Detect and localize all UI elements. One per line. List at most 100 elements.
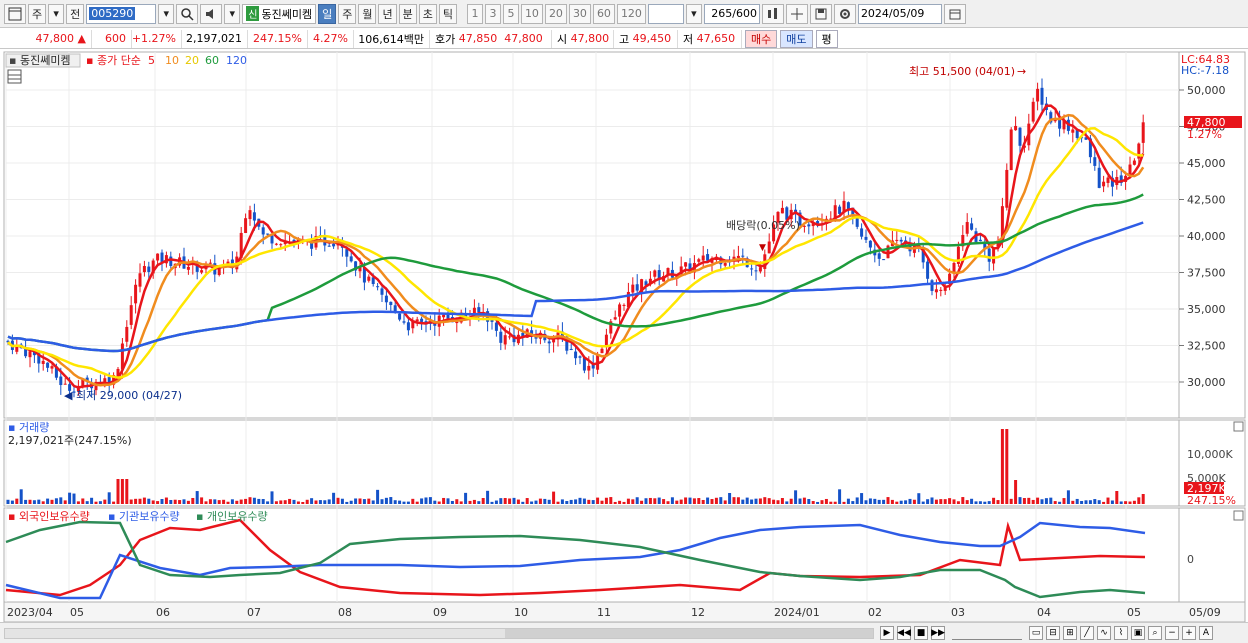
- volume-bar: [494, 500, 498, 504]
- minute-dropdown-icon[interactable]: ▾: [685, 3, 702, 24]
- chart-svg[interactable]: ▪ 동진쎄미켐 ▪ 종가 단순 5 10 20 60 120 LC:64.83 …: [0, 50, 1248, 622]
- minute-option-5[interactable]: 5: [502, 3, 519, 24]
- zoom-slider[interactable]: [952, 626, 1022, 640]
- pattern-icon[interactable]: ⌇: [1114, 626, 1128, 640]
- period-sub-select[interactable]: 전: [66, 3, 85, 24]
- volume-bar: [983, 501, 987, 504]
- window-icon[interactable]: [4, 3, 26, 24]
- buy-button[interactable]: 매수: [745, 29, 778, 48]
- cross-icon[interactable]: [785, 3, 808, 24]
- settings-icon[interactable]: [833, 3, 856, 24]
- date-input[interactable]: 2024/05/09: [857, 3, 942, 24]
- candle-body: [895, 239, 899, 241]
- candle-body: [367, 276, 371, 281]
- volume-bar: [974, 501, 978, 504]
- stock-name-field[interactable]: 신 동진쎄미켐: [242, 3, 317, 24]
- copy-icon[interactable]: ▭: [1029, 626, 1043, 640]
- minute-option-20[interactable]: 20: [544, 3, 567, 24]
- volume-bar: [882, 499, 886, 504]
- search-icon[interactable]: [176, 3, 199, 24]
- candle-body: [160, 252, 164, 262]
- volume-bar: [116, 479, 120, 504]
- eval-button[interactable]: 평: [815, 29, 838, 48]
- candle-body: [860, 228, 864, 237]
- minus-icon[interactable]: −: [1165, 626, 1179, 640]
- save-icon[interactable]: [809, 3, 832, 24]
- sell-button[interactable]: 매도: [780, 29, 813, 48]
- high-value: 49,450: [632, 32, 672, 45]
- volume-bar: [939, 499, 943, 504]
- interval-week[interactable]: 주: [338, 3, 357, 24]
- interval-minute[interactable]: 분: [398, 3, 417, 24]
- fast-forward-icon[interactable]: ▶▶: [931, 626, 945, 640]
- minute-option-60[interactable]: 60: [592, 3, 615, 24]
- dropdown-icon[interactable]: ▾: [48, 3, 65, 24]
- speaker-dropdown-icon[interactable]: ▾: [224, 3, 241, 24]
- scroll-right-icon[interactable]: ▶: [880, 626, 894, 640]
- zoom-icon[interactable]: ⌕: [1148, 626, 1162, 640]
- candle-body: [992, 248, 996, 264]
- volume-bar: [763, 497, 767, 504]
- minute-option-1[interactable]: 1: [466, 3, 483, 24]
- interval-tick[interactable]: 틱: [438, 3, 457, 24]
- interval-month[interactable]: 월: [358, 3, 377, 24]
- volume-bar: [582, 498, 586, 504]
- volume-bar: [244, 498, 248, 504]
- table-icon[interactable]: [7, 69, 22, 84]
- split-icon[interactable]: ⊟: [1046, 626, 1060, 640]
- candle-body: [125, 326, 129, 342]
- price-tick-label: 30,000: [1187, 376, 1226, 389]
- bar-count-input[interactable]: 265/600: [703, 3, 760, 24]
- chart-scrollbar[interactable]: [4, 628, 874, 639]
- rewind-icon[interactable]: ◀◀: [897, 626, 911, 640]
- volume-bar: [846, 498, 850, 504]
- draw-line-icon[interactable]: ╱: [1080, 626, 1094, 640]
- volume-bar: [574, 499, 578, 504]
- volume-bar: [917, 493, 921, 504]
- font-size-icon[interactable]: A: [1199, 626, 1213, 640]
- volume-bar: [604, 497, 608, 504]
- interval-year[interactable]: 년: [378, 3, 397, 24]
- volume-bar: [72, 493, 76, 504]
- minute-option-10[interactable]: 10: [520, 3, 543, 24]
- minute-option-3[interactable]: 3: [484, 3, 501, 24]
- candle-body: [587, 365, 591, 371]
- holdings-legend-foreign: ▪ 외국인보유수량: [8, 510, 90, 523]
- volume-bar: [279, 500, 283, 504]
- candle-body: [1014, 125, 1018, 131]
- volume-bar: [609, 497, 613, 504]
- calendar-icon[interactable]: [943, 3, 966, 24]
- interval-second[interactable]: 초: [418, 3, 437, 24]
- stock-code-input[interactable]: 005290: [86, 3, 157, 24]
- minute-option-30[interactable]: 30: [568, 3, 591, 24]
- x-axis-label: 2024/01: [774, 606, 820, 619]
- candle-body: [46, 362, 50, 368]
- layout-icon[interactable]: ⊞: [1063, 626, 1077, 640]
- volume-panel-close-icon[interactable]: [1233, 421, 1244, 432]
- volume-bar: [437, 501, 441, 504]
- candle-body: [635, 284, 639, 291]
- code-dropdown-icon[interactable]: ▾: [158, 3, 175, 24]
- image-icon[interactable]: ▣: [1131, 626, 1145, 640]
- speaker-icon[interactable]: [200, 3, 223, 24]
- volume-title: ▪ 거래량: [8, 421, 49, 434]
- interval-day[interactable]: 일: [318, 3, 337, 24]
- bid-ask: 호가 47,850 47,800: [430, 29, 552, 48]
- volume-bar: [895, 501, 899, 504]
- plus-icon[interactable]: +: [1182, 626, 1196, 640]
- ma-120-label: 120: [226, 54, 247, 67]
- chart-area[interactable]: ▪ 동진쎄미켐 ▪ 종가 단순 5 10 20 60 120 LC:64.83 …: [0, 50, 1248, 622]
- volume-bar: [1124, 501, 1128, 504]
- volume-bar: [28, 499, 32, 504]
- minute-custom-input[interactable]: [647, 3, 684, 24]
- candle-body: [327, 245, 331, 247]
- compare-icon[interactable]: [761, 3, 784, 24]
- stop-icon[interactable]: ■: [914, 626, 928, 640]
- trend-icon[interactable]: ∿: [1097, 626, 1111, 640]
- holdings-panel-close-icon[interactable]: [1233, 510, 1244, 521]
- candle-body: [389, 301, 393, 306]
- minute-option-120[interactable]: 120: [616, 3, 646, 24]
- period-main-select[interactable]: 주: [28, 3, 47, 24]
- volume-bar: [1097, 500, 1101, 504]
- scroll-thumb[interactable]: [505, 629, 873, 638]
